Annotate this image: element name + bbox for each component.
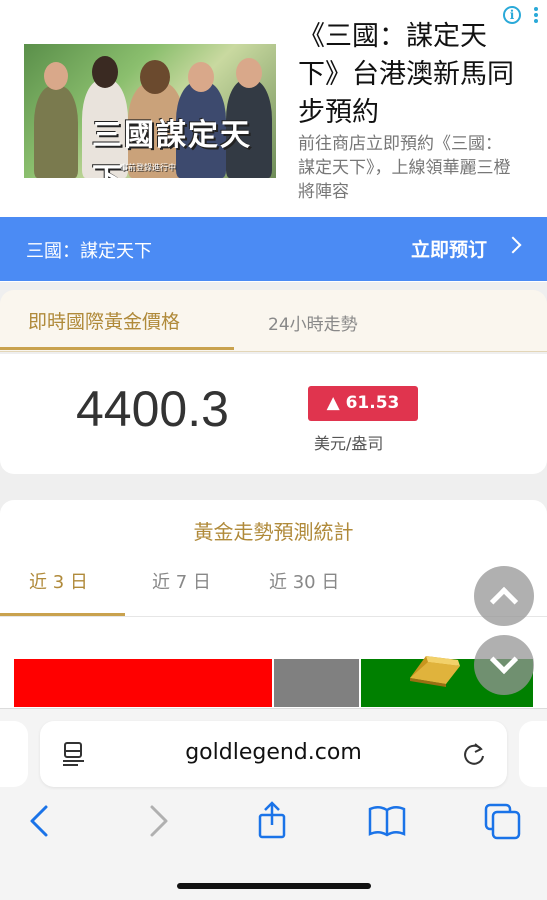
tab-live-price[interactable]: 即時國際黃金價格: [28, 307, 180, 334]
tabs-icon[interactable]: [482, 801, 522, 841]
forward-icon[interactable]: [138, 801, 178, 841]
back-icon[interactable]: [20, 801, 60, 841]
prev-tab-edge[interactable]: [0, 721, 28, 787]
ad-cta-bar[interactable]: 三國：謀定天下 立即预订: [0, 217, 547, 281]
tab-7-days[interactable]: 近 7 日: [152, 568, 211, 594]
price-unit: 美元/盎司: [314, 434, 384, 453]
divider: [0, 616, 547, 617]
price-card: 4400.3 ▲ 61.53 美元/盎司: [0, 354, 547, 474]
forecast-card: 黃金走勢預測統計 近 3 日 近 7 日 近 30 日: [0, 500, 547, 715]
tab-30-days[interactable]: 近 30 日: [269, 568, 339, 594]
reload-icon[interactable]: [461, 741, 487, 767]
ad-bar-title: 三國：謀定天下: [26, 241, 152, 262]
url-text: goldlegend.com: [185, 740, 362, 765]
share-icon[interactable]: [252, 801, 292, 841]
scroll-down-button[interactable]: [474, 635, 534, 695]
forecast-segment: [271, 659, 359, 707]
ad-image-subtitle: 事前登錄進行中: [120, 163, 176, 172]
price-tabs: 即時國際黃金價格 24小時走勢: [0, 290, 547, 352]
ad-more-icon[interactable]: [533, 6, 539, 24]
tab-3-days[interactable]: 近 3 日: [29, 568, 88, 594]
price-change-badge: ▲ 61.53: [308, 386, 418, 421]
ad-image[interactable]: 三國謀定天下 事前登錄進行中: [24, 44, 276, 178]
scroll-down-icon: [489, 645, 519, 675]
scroll-up-button[interactable]: [474, 566, 534, 626]
gold-price: 4400.3: [76, 381, 229, 437]
forecast-segment: [14, 659, 272, 707]
forecast-title: 黃金走勢預測統計: [193, 520, 354, 544]
tab-active-underline: [0, 347, 234, 350]
browser-toolbar: goldlegend.com: [0, 708, 547, 900]
ad-headline[interactable]: 《三國：謀定天下》台港澳新馬同步預約: [298, 18, 518, 132]
scroll-up-icon: [489, 586, 519, 616]
ad-banner[interactable]: i 三國謀定天下 事前登錄進行中 《三國：謀定天下》台港澳新馬同步預約 前往商店…: [0, 0, 547, 282]
bookmarks-icon[interactable]: [367, 801, 407, 841]
tab-24h-trend[interactable]: 24小時走勢: [268, 310, 358, 335]
ad-cta-button[interactable]: 立即预订: [411, 235, 517, 262]
next-tab-edge[interactable]: [519, 721, 547, 787]
home-indicator: [177, 883, 371, 889]
ad-cta-label: 立即预订: [410, 239, 487, 261]
address-bar[interactable]: goldlegend.com: [40, 721, 507, 787]
gold-bar-icon: [410, 656, 460, 687]
ad-description[interactable]: 前往商店立即預約《三國：謀定天下》，上線領華麗三橙將陣容: [298, 132, 518, 204]
